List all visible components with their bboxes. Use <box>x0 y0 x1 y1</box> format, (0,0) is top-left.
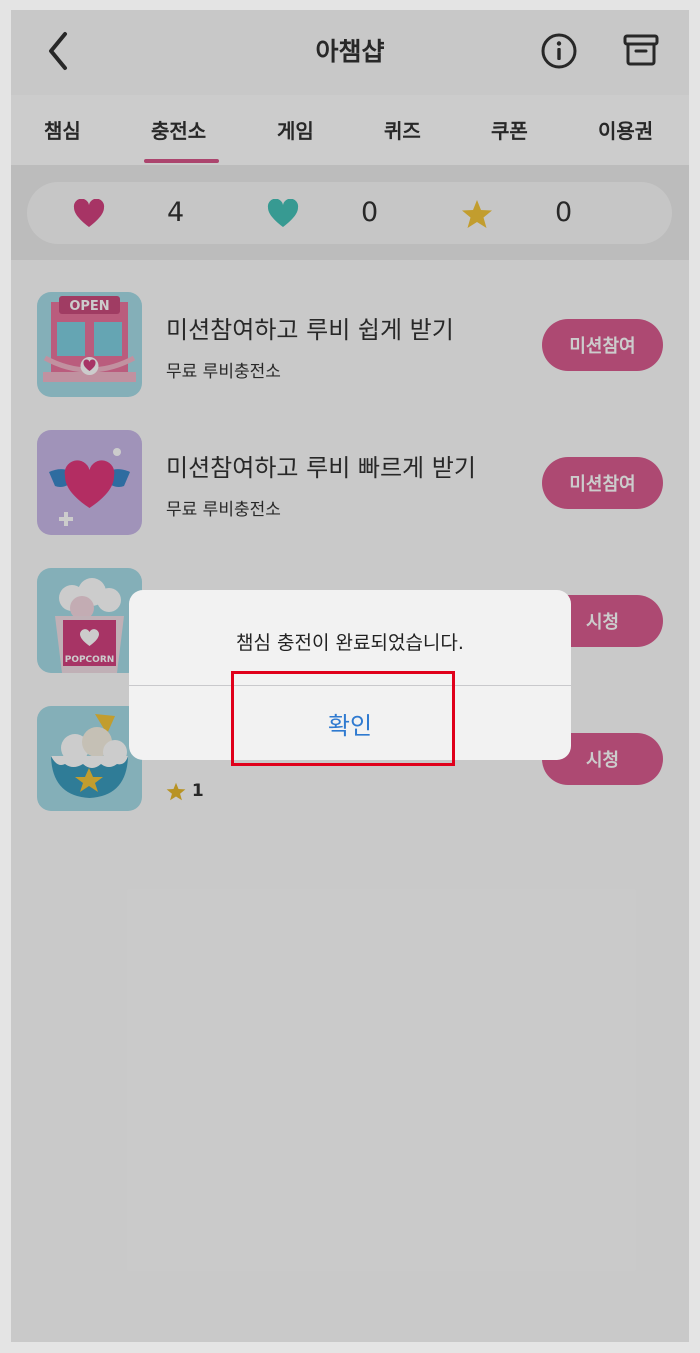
dialog-message: 챔심 충전이 완료되었습니다. <box>236 632 464 654</box>
app-screen: 아챔샵 챔심 충전소 게임 퀴즈 쿠폰 이용권 4 0 0 OPEN 미션참여하… <box>11 10 689 1342</box>
highlight-box <box>231 671 455 766</box>
